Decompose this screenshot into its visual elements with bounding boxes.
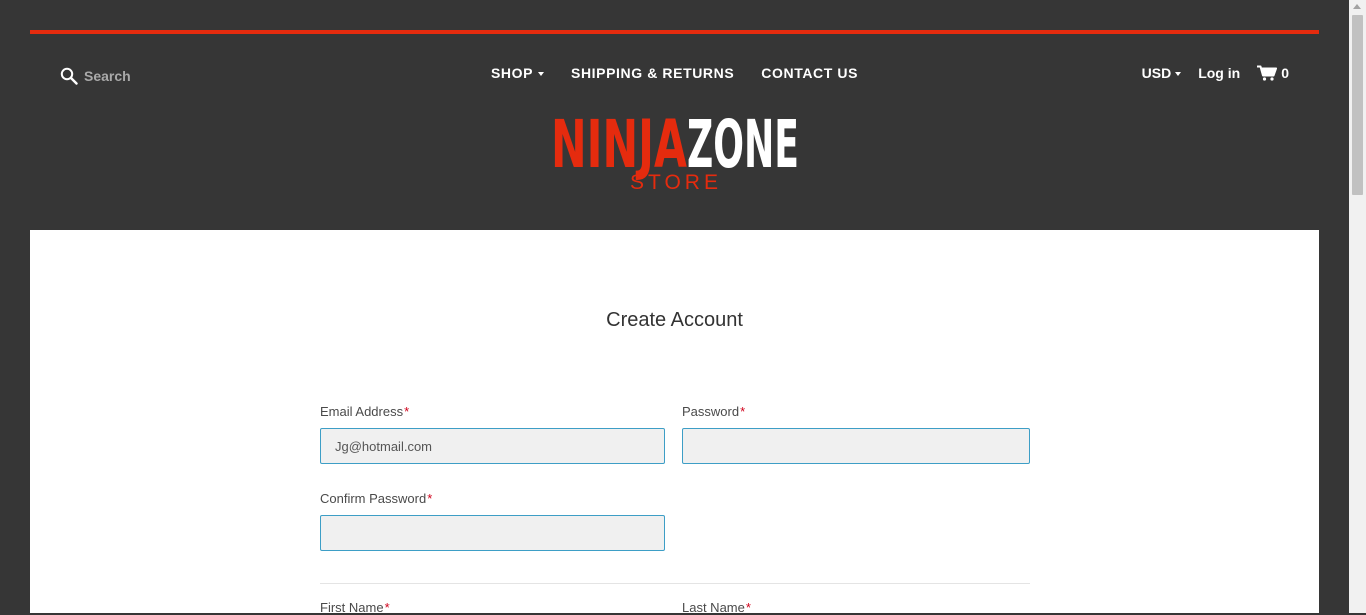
header-tools: USD Log in 0 [1142, 65, 1289, 81]
logo-word-store: STORE [630, 171, 722, 194]
nav-shipping-returns-label: SHIPPING & RETURNS [571, 65, 735, 81]
page: Search SHOP SHIPPING & RETURNS CONTACT U… [30, 30, 1319, 615]
currency-label: USD [1141, 65, 1172, 81]
page-title: Create Account [606, 309, 743, 331]
password-field[interactable] [682, 428, 1030, 464]
caret-down-icon [538, 72, 545, 76]
password-label-text: Password [682, 404, 740, 419]
caret-down-icon [1175, 72, 1182, 76]
nav-shop-label: SHOP [490, 65, 534, 81]
email-label: Email Address* [320, 404, 409, 419]
section-divider [320, 583, 1030, 584]
scrollbar[interactable] [1349, 0, 1366, 613]
required-marker: * [404, 404, 410, 419]
confirm-password-label-text: Confirm Password [320, 491, 427, 506]
login-link[interactable]: Log in [1198, 65, 1240, 81]
main-nav: SHOP SHIPPING & RETURNS CONTACT US [30, 65, 1319, 83]
cart-button[interactable]: 0 [1257, 65, 1289, 81]
confirm-password-field[interactable] [320, 515, 665, 551]
nav-contact-us-label: CONTACT US [761, 65, 859, 81]
currency-selector[interactable]: USD [1142, 65, 1182, 81]
scroll-thumb[interactable] [1352, 15, 1363, 195]
email-field[interactable] [320, 428, 665, 464]
confirm-password-label: Confirm Password* [320, 491, 432, 506]
required-marker: * [740, 404, 746, 419]
site-header: Search SHOP SHIPPING & RETURNS CONTACT U… [30, 34, 1319, 230]
cart-count: 0 [1281, 65, 1289, 81]
password-label: Password* [682, 404, 745, 419]
login-label: Log in [1198, 65, 1241, 81]
nav-shop[interactable]: SHOP [490, 65, 545, 81]
scroll-up-icon[interactable] [1353, 4, 1361, 9]
nav-shipping-returns[interactable]: SHIPPING & RETURNS [571, 65, 734, 81]
required-marker: * [427, 491, 433, 506]
email-label-text: Email Address [320, 404, 404, 419]
cart-icon [1257, 65, 1278, 81]
store-logo[interactable]: NINJA ZONE STORE [551, 112, 801, 194]
main-content: Create Account Email Address* Password* … [30, 230, 1319, 615]
nav-contact-us[interactable]: CONTACT US [761, 65, 858, 81]
